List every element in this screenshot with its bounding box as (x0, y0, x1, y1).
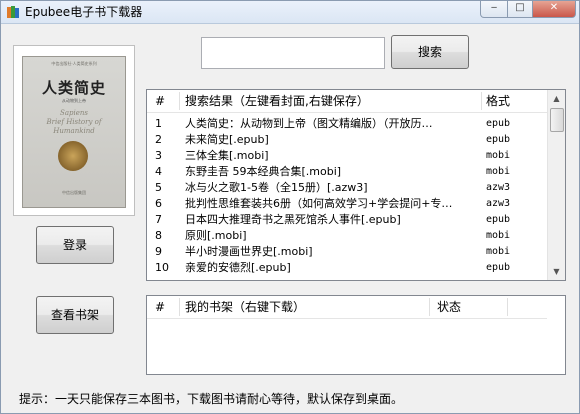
book-cover-art: 中信出版社·人类简史系列 人类简史 从动物到上帝 Sapiens Brief H… (22, 56, 126, 208)
row-format: epub (486, 118, 511, 129)
search-results-list[interactable]: # 搜索结果（左键看封面,右键保存） 格式 1 人类简史：从动物到上帝（图文精编版… (146, 89, 566, 281)
row-format: epub (486, 262, 511, 273)
results-col-number[interactable]: # (155, 94, 165, 108)
row-format: epub (486, 134, 511, 145)
row-format: epub (486, 214, 511, 225)
cover-title: 人类简史 (41, 79, 106, 97)
maximize-button[interactable]: □ (507, 1, 533, 18)
results-col-format[interactable]: 格式 (486, 94, 510, 108)
shelf-col-number[interactable]: # (155, 300, 165, 314)
book-cover-image: 中信出版社·人类简史系列 人类简史 从动物到上帝 Sapiens Brief H… (13, 45, 135, 216)
table-row[interactable]: 8 原则[.mobi] mobi (147, 228, 547, 244)
column-divider[interactable] (179, 298, 180, 316)
table-row[interactable]: 10 亲爱的安德烈[.epub] epub (147, 260, 547, 276)
row-title: 原则[.mobi] (185, 229, 247, 242)
window-title: Epubee电子书下载器 (25, 5, 143, 19)
column-divider[interactable] (481, 92, 482, 110)
cover-english-line: Sapiens (60, 109, 88, 117)
scroll-down-icon[interactable]: ▼ (548, 263, 565, 280)
search-button[interactable]: 搜索 (391, 35, 469, 69)
cover-subtitle: 从动物到上帝 (62, 98, 86, 103)
row-number: 4 (155, 165, 162, 178)
row-number: 6 (155, 197, 162, 210)
row-format: azw3 (486, 182, 511, 193)
row-title: 日本四大推理奇书之黑死馆杀人事件[.epub] (185, 213, 401, 226)
row-title: 半小时漫画世界史[.mobi] (185, 245, 313, 258)
results-rows: 1 人类简史：从动物到上帝（图文精编版）（开放历… epub 2 未来简史[.epub… (147, 116, 547, 276)
status-hint: 提示：一天只能保存三本图书，下载图书请耐心等待，默认保存到桌面。 (19, 392, 404, 406)
row-format: azw3 (486, 198, 511, 209)
table-row[interactable]: 5 冰与火之歌1-5卷（全15册）[.azw3] azw3 (147, 180, 547, 196)
login-button[interactable]: 登录 (36, 226, 114, 264)
title-bar[interactable]: Epubee电子书下载器 ‒ □ ✕ (1, 1, 579, 24)
row-number: 8 (155, 229, 162, 242)
cover-english-line: Humankind (53, 127, 95, 135)
row-number: 7 (155, 213, 162, 226)
row-format: mobi (486, 246, 511, 257)
results-header: # 搜索结果（左键看封面,右键保存） 格式 (147, 90, 547, 113)
row-number: 2 (155, 133, 162, 146)
row-title: 东野圭吾 59本经典合集[.mobi] (185, 165, 342, 178)
results-col-title[interactable]: 搜索结果（左键看封面,右键保存） (185, 94, 369, 108)
results-scrollbar[interactable]: ▲ ▼ (547, 90, 565, 280)
row-number: 3 (155, 149, 162, 162)
row-number: 5 (155, 181, 162, 194)
row-number: 10 (155, 261, 169, 274)
row-format: mobi (486, 166, 511, 177)
bookshelf-list[interactable]: # 我的书架（右键下载） 状态 (146, 295, 566, 375)
row-format: mobi (486, 230, 511, 241)
table-row[interactable]: 1 人类简史：从动物到上帝（图文精编版）（开放历… epub (147, 116, 547, 132)
column-divider[interactable] (507, 298, 508, 316)
row-number: 1 (155, 117, 162, 130)
table-row[interactable]: 4 东野圭吾 59本经典合集[.mobi] mobi (147, 164, 547, 180)
row-format: mobi (486, 150, 511, 161)
column-divider[interactable] (429, 298, 430, 316)
table-row[interactable]: 7 日本四大推理奇书之黑死馆杀人事件[.epub] epub (147, 212, 547, 228)
shelf-col-status[interactable]: 状态 (437, 300, 461, 314)
scrollbar-thumb[interactable] (550, 108, 564, 132)
scroll-up-icon[interactable]: ▲ (548, 90, 565, 107)
row-title: 冰与火之歌1-5卷（全15册）[.azw3] (185, 181, 368, 194)
row-title: 三体全集[.mobi] (185, 149, 269, 162)
table-row[interactable]: 3 三体全集[.mobi] mobi (147, 148, 547, 164)
row-title: 人类简史：从动物到上帝（图文精编版）（开放历… (185, 117, 433, 130)
cover-english-line: Brief History of (46, 118, 102, 126)
table-row[interactable]: 2 未来简史[.epub] epub (147, 132, 547, 148)
row-title: 未来简史[.epub] (185, 133, 269, 146)
view-shelf-button[interactable]: 查看书架 (36, 296, 114, 334)
app-icon (7, 6, 19, 18)
cover-series-text: 中信出版社·人类简史系列 (51, 61, 97, 66)
cover-seal-icon (58, 141, 88, 171)
row-title: 批判性思维套装共6册（如何高效学习+学会提问+专… (185, 197, 453, 210)
row-number: 9 (155, 245, 162, 258)
row-title: 亲爱的安德烈[.epub] (185, 261, 291, 274)
search-input[interactable] (201, 37, 385, 69)
table-row[interactable]: 6 批判性思维套装共6册（如何高效学习+学会提问+专… azw3 (147, 196, 547, 212)
cover-publisher: 中信出版集团 (62, 190, 86, 195)
column-divider[interactable] (179, 92, 180, 110)
shelf-col-title[interactable]: 我的书架（右键下载） (185, 300, 305, 314)
cover-english-title: Sapiens Brief History of Humankind (23, 109, 125, 136)
app-window: Epubee电子书下载器 ‒ □ ✕ 中信出版社·人类简史系列 人类简史 从动物… (0, 0, 580, 414)
shelf-header: # 我的书架（右键下载） 状态 (147, 296, 547, 319)
close-button[interactable]: ✕ (532, 1, 576, 18)
table-row[interactable]: 9 半小时漫画世界史[.mobi] mobi (147, 244, 547, 260)
minimize-button[interactable]: ‒ (480, 1, 508, 18)
